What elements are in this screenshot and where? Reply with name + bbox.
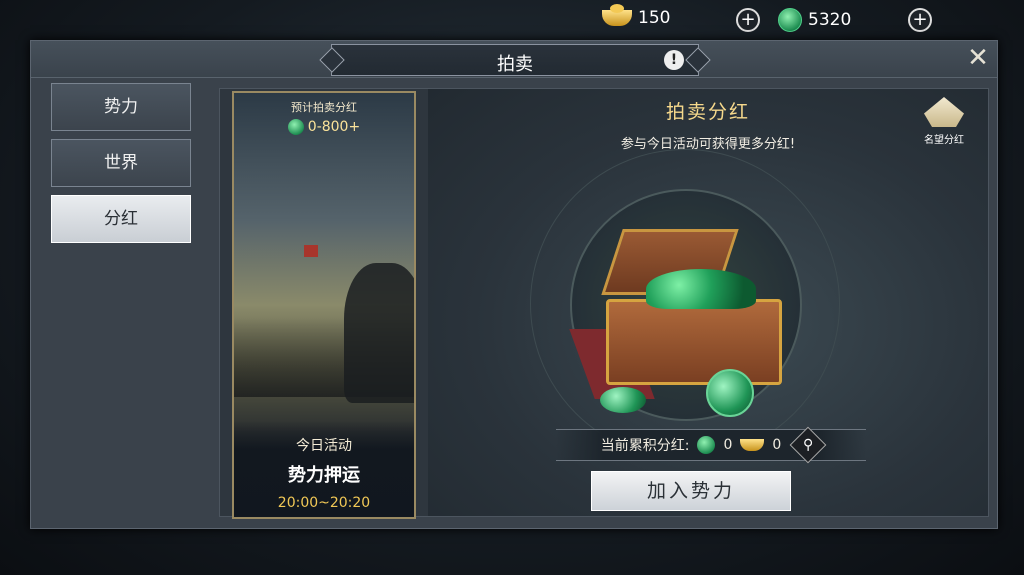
resource-bar: 150 + 5320 + <box>590 0 934 40</box>
fame-icon <box>924 97 964 127</box>
event-time: 20:00~20:20 <box>277 495 371 511</box>
dividend-section: 拍卖分红 参与今日活动可获得更多分红! 名望分红 当前累积分红: 0 0 ⚲ 加… <box>428 89 988 516</box>
event-name: 势力押运 <box>288 465 360 486</box>
section-subtitle: 参与今日活动可获得更多分红! <box>620 137 796 152</box>
add-jade-button[interactable]: + <box>908 8 932 32</box>
jade-pile-icon <box>646 269 756 309</box>
jade-coin-icon <box>287 119 304 135</box>
jade-amount: 5320 <box>808 10 852 30</box>
sidebar-item-world[interactable]: 世界 <box>51 139 191 187</box>
auction-panel: 拍卖 ! ✕ 势力 世界 分红 预计拍卖分红 0-800+ 今日活动 势力押运 … <box>30 40 998 529</box>
sidebar: 势力 世界 分红 <box>51 83 201 251</box>
accum-label: 当前累积分红: <box>600 438 690 454</box>
search-icon: ⚲ <box>803 436 814 453</box>
estimate-label: 预计拍卖分红 <box>291 101 357 114</box>
join-faction-button[interactable]: 加入势力 <box>591 471 791 511</box>
close-icon[interactable]: ✕ <box>965 45 991 71</box>
estimate-value: 0-800+ <box>307 119 361 135</box>
sidebar-item-dividend[interactable]: 分红 <box>51 195 191 243</box>
info-icon[interactable]: ! <box>664 50 684 70</box>
gold-ingot-icon <box>602 4 632 26</box>
treasure-chest-icon <box>569 229 786 417</box>
jade-coin-icon <box>778 8 802 32</box>
accum-gold-value: 0 <box>772 437 782 453</box>
today-label: 今日活动 <box>296 438 352 454</box>
search-button[interactable]: ⚲ <box>789 426 827 464</box>
add-gold-button[interactable]: + <box>736 8 760 32</box>
estimate-block: 预计拍卖分红 0-800+ <box>234 99 414 135</box>
fame-label: 名望分红 <box>924 135 964 146</box>
accum-jade-value: 0 <box>723 437 733 453</box>
event-card[interactable]: 预计拍卖分红 0-800+ 今日活动 势力押运 20:00~20:20 <box>232 91 416 519</box>
jade-resource: 5320 <box>778 8 851 32</box>
jade-token-icon <box>600 387 646 413</box>
fame-dividend-button[interactable]: 名望分红 <box>916 97 972 149</box>
title-bar: 拍卖 ! ✕ <box>31 41 997 78</box>
horseman-silhouette <box>344 263 414 403</box>
sidebar-item-faction[interactable]: 势力 <box>51 83 191 131</box>
jade-dragon-icon <box>706 369 754 417</box>
page-title: 拍卖 <box>497 54 533 75</box>
gold-resource: 150 <box>602 4 671 28</box>
accumulated-dividend-bar: 当前累积分红: 0 0 ⚲ <box>556 426 866 464</box>
jade-coin-icon <box>697 436 716 454</box>
content-area: 预计拍卖分红 0-800+ 今日活动 势力押运 20:00~20:20 拍卖分红… <box>219 88 989 519</box>
event-info: 今日活动 势力押运 20:00~20:20 <box>234 421 414 517</box>
gold-amount: 150 <box>638 8 671 28</box>
chest-body <box>606 299 782 385</box>
estimate-value-row: 0-800+ <box>234 119 414 135</box>
title-plate: 拍卖 <box>331 44 699 76</box>
gold-ingot-icon <box>740 439 765 451</box>
banner-flag <box>304 245 318 257</box>
section-title: 拍卖分红 <box>665 101 750 123</box>
